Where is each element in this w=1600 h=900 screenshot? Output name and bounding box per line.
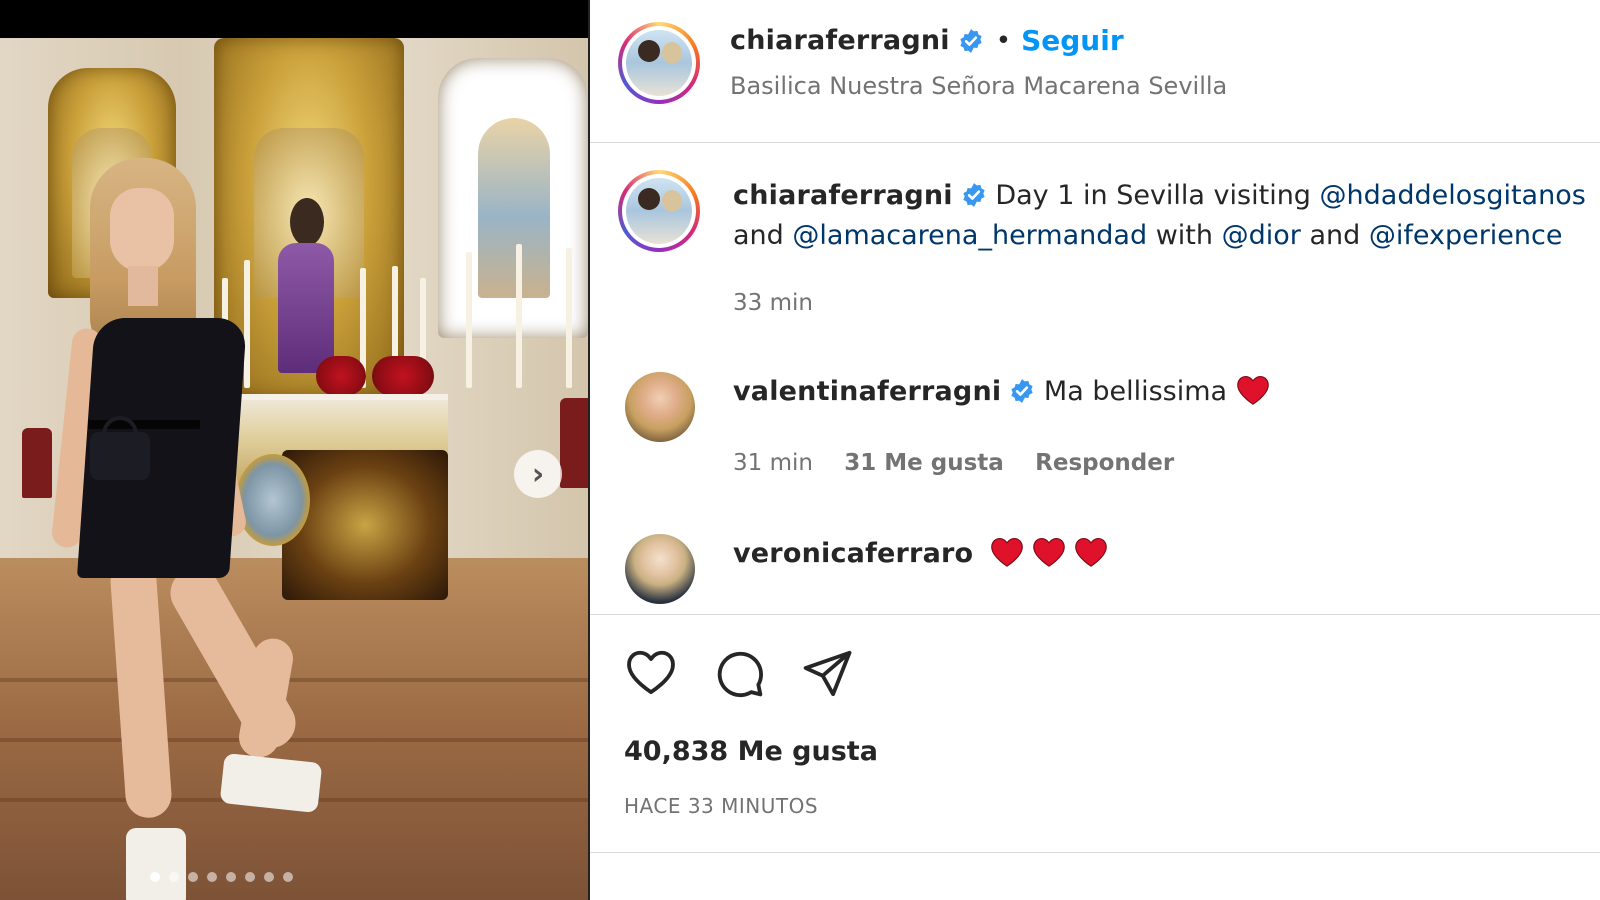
carousel-dot	[283, 872, 293, 882]
caption-line-1: chiaraferragni Day 1 in Sevilla visiting…	[733, 176, 1586, 216]
red-heart-icon	[991, 537, 1023, 567]
author-avatar[interactable]	[618, 22, 700, 104]
carousel-dot	[169, 872, 179, 882]
step-edge	[0, 738, 600, 742]
comment-timestamp[interactable]: 31 min	[733, 450, 813, 476]
chair	[22, 428, 52, 498]
commenter-avatar[interactable]	[625, 372, 695, 442]
post-photo-panel: ›	[0, 0, 600, 900]
caption-avatar-image	[626, 178, 692, 244]
post-details-panel: chiaraferragni • Seguir Basilica Nuestra…	[590, 0, 1600, 900]
caption-text: Day 1 in Sevilla visiting	[995, 180, 1311, 211]
virgin-medallion	[236, 454, 310, 546]
mention-link[interactable]: @lamacarena_hermandad	[792, 220, 1147, 251]
caption-timestamp[interactable]: 33 min	[733, 290, 813, 316]
comment-likes-count[interactable]: 31 Me gusta	[844, 450, 1004, 476]
face	[110, 188, 174, 272]
footer-divider	[590, 852, 1600, 853]
post-photo	[0, 38, 600, 900]
left-leg	[108, 556, 174, 820]
post-header: chiaraferragni • Seguir	[730, 24, 1124, 57]
follow-button[interactable]: Seguir	[1021, 24, 1124, 57]
post-likes-count[interactable]: 40,838 Me gusta	[624, 736, 878, 767]
verified-badge-icon	[960, 28, 982, 53]
carousel-dot	[207, 872, 217, 882]
red-heart-icon	[1075, 537, 1107, 567]
carousel-dot	[226, 872, 236, 882]
comment: valentinaferragni Ma bellissima	[733, 372, 1270, 412]
caption-author-avatar[interactable]	[618, 170, 700, 252]
altar-front	[282, 450, 448, 600]
caption-username[interactable]: chiaraferragni	[733, 180, 953, 211]
white-sandal	[219, 753, 323, 813]
candle	[466, 252, 472, 388]
header-divider	[590, 142, 1600, 143]
step-edge	[0, 678, 600, 682]
handbag	[90, 432, 150, 480]
mention-link[interactable]: @dior	[1222, 220, 1301, 251]
verified-badge-icon	[1011, 379, 1033, 403]
neck	[128, 266, 158, 306]
paper-plane-icon[interactable]	[800, 646, 854, 700]
post-location[interactable]: Basilica Nuestra Señora Macarena Sevilla	[730, 72, 1227, 100]
candle	[566, 248, 572, 388]
comment-username[interactable]: veronicaferraro	[733, 538, 973, 569]
red-heart-icon	[1236, 375, 1269, 405]
flower-arrangement	[316, 356, 366, 396]
candle	[244, 260, 250, 388]
candle	[516, 244, 522, 388]
mention-link[interactable]: @ifexperience	[1369, 220, 1563, 251]
carousel-dot	[264, 872, 274, 882]
heart-outline-icon[interactable]	[624, 646, 678, 700]
flower-arrangement	[372, 356, 434, 396]
caption-text: and	[733, 220, 784, 251]
comment-meta: 31 min 31 Me gusta Responder	[733, 450, 1174, 476]
comment-bubble-icon[interactable]	[712, 646, 766, 700]
comment-username[interactable]: valentinaferragni	[733, 376, 1001, 407]
caption-text: with	[1155, 220, 1213, 251]
comment: veronicaferraro	[733, 534, 1108, 574]
carousel-dot	[188, 872, 198, 882]
statue-head	[290, 198, 324, 246]
author-avatar-image	[626, 30, 692, 96]
comment-text: Ma bellissima	[1043, 376, 1228, 407]
carousel-indicators	[150, 872, 293, 882]
author-username[interactable]: chiaraferragni	[730, 25, 950, 56]
red-heart-icon	[1033, 537, 1065, 567]
comments-divider	[590, 614, 1600, 615]
reply-button[interactable]: Responder	[1035, 450, 1174, 476]
white-sandal	[126, 828, 186, 900]
mention-link[interactable]: @hdaddelosgitanos	[1320, 180, 1586, 211]
post-time-ago: HACE 33 MINUTOS	[624, 794, 819, 818]
caption-line-2: and @lamacarena_hermandad with @dior and…	[733, 216, 1586, 256]
chevron-right-icon: ›	[531, 456, 545, 492]
verified-badge-icon	[963, 183, 985, 207]
carousel-next-button[interactable]: ›	[514, 450, 562, 498]
caption: chiaraferragni Day 1 in Sevilla visiting…	[733, 176, 1586, 256]
statue-robe	[278, 243, 334, 373]
caption-text: and	[1309, 220, 1361, 251]
religious-painting	[478, 118, 550, 298]
carousel-dot	[245, 872, 255, 882]
separator-dot: •	[995, 25, 1012, 56]
carousel-dot-active	[150, 872, 160, 882]
commenter-avatar[interactable]	[625, 534, 695, 604]
